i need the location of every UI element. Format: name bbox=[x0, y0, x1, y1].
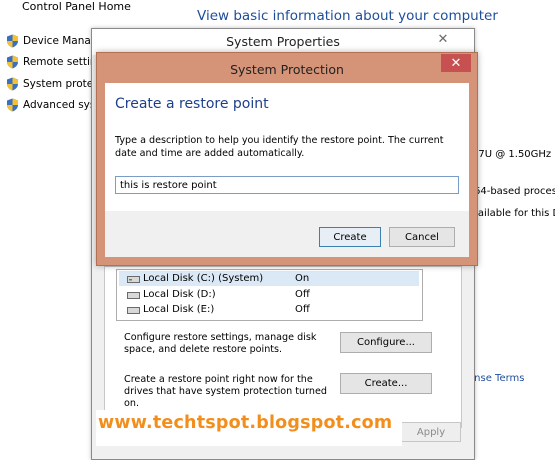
close-button[interactable]: ✕ bbox=[428, 31, 458, 48]
cpu-info-fragment: 07U @ 1.50GHz bbox=[472, 149, 552, 160]
drive-row[interactable]: Local Disk (C:) (System) On bbox=[119, 271, 419, 286]
sidebar-link-remote-settings[interactable]: Remote setting bbox=[6, 52, 103, 72]
dialog-heading: Create a restore point bbox=[115, 96, 269, 112]
drive-name: Local Disk (E:) bbox=[143, 304, 215, 315]
drive-protection-status: Off bbox=[295, 289, 310, 300]
drive-row[interactable]: Local Disk (D:) Off bbox=[119, 287, 419, 302]
page-title: View basic information about your comput… bbox=[197, 8, 498, 24]
close-icon: ✕ bbox=[437, 32, 449, 47]
sidebar-link-label: Device Manag bbox=[23, 35, 98, 47]
sidebar-link-device-manager[interactable]: Device Manag bbox=[6, 31, 98, 51]
drive-protection-status: Off bbox=[295, 304, 310, 315]
drive-icon bbox=[127, 275, 140, 283]
system-type-fragment: 64-based process bbox=[474, 186, 555, 197]
drive-list[interactable]: Local Disk (C:) (System) On Local Disk (… bbox=[116, 269, 423, 321]
cancel-button[interactable]: Cancel bbox=[389, 227, 455, 247]
configure-description: Configure restore settings, manage disk … bbox=[124, 332, 317, 355]
configure-button[interactable]: Configure... bbox=[340, 332, 432, 353]
shield-icon bbox=[7, 55, 18, 69]
drive-icon bbox=[127, 291, 140, 299]
shield-icon bbox=[7, 34, 18, 48]
drive-row[interactable]: Local Disk (E:) Off bbox=[119, 302, 419, 317]
drive-protection-status: On bbox=[295, 273, 310, 284]
system-protection-title: System Protection bbox=[230, 62, 344, 77]
shield-icon bbox=[7, 77, 18, 91]
watermark: www.techtspot.blogspot.com bbox=[98, 413, 393, 433]
close-button[interactable]: ✕ bbox=[441, 54, 471, 72]
sidebar-link-label: Advanced syst bbox=[23, 99, 100, 111]
pen-touch-fragment: vailable for this D bbox=[472, 208, 555, 219]
system-protection-dialog: System Protection ✕ Create a restore poi… bbox=[96, 52, 478, 266]
license-terms-link[interactable]: ense Terms bbox=[468, 373, 524, 384]
system-properties-title: System Properties bbox=[226, 34, 340, 49]
dialog-description: Type a description to help you identify … bbox=[115, 135, 444, 159]
dialog-body: Create a restore point Type a descriptio… bbox=[105, 83, 469, 257]
restore-point-description-input[interactable] bbox=[115, 176, 459, 194]
create-description: Create a restore point right now for the… bbox=[124, 374, 327, 409]
drive-name: Local Disk (D:) bbox=[143, 289, 216, 300]
create-restore-point-button[interactable]: Create... bbox=[340, 373, 432, 394]
apply-button[interactable]: Apply bbox=[401, 422, 461, 442]
shield-icon bbox=[7, 98, 18, 112]
drive-icon bbox=[127, 306, 140, 314]
sidebar-link-advanced-system[interactable]: Advanced syst bbox=[6, 95, 99, 115]
dialog-content-area: Create a restore point Type a descriptio… bbox=[105, 83, 469, 211]
create-button[interactable]: Create bbox=[319, 227, 381, 247]
sidebar-link-system-protection[interactable]: System protect bbox=[6, 74, 103, 94]
drive-name: Local Disk (C:) (System) bbox=[143, 273, 264, 284]
control-panel-home-link[interactable]: Control Panel Home bbox=[22, 0, 131, 13]
close-icon: ✕ bbox=[450, 55, 462, 71]
